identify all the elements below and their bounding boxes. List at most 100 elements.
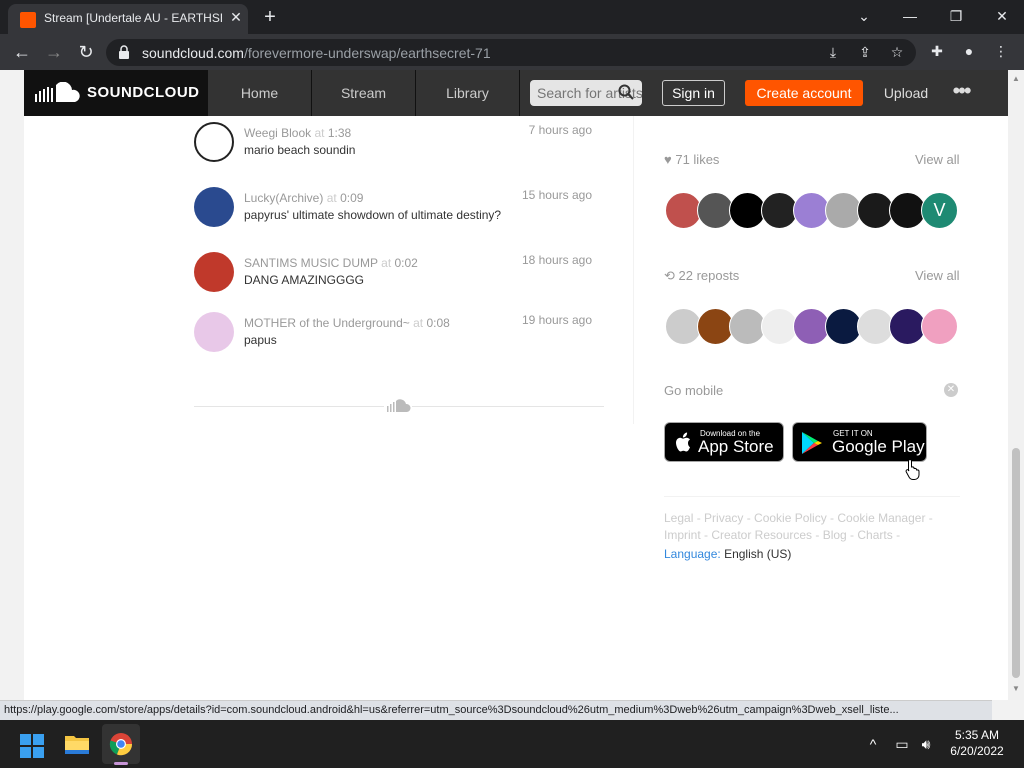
likes-view-all-link[interactable]: View all — [915, 152, 960, 167]
comment-item: Lucky(Archive) at 0:09 papyrus' ultimate… — [194, 187, 614, 243]
reposts-count[interactable]: ⟲ 22 reposts — [664, 268, 739, 284]
scroll-down-arrow-icon[interactable]: ▼ — [1012, 684, 1020, 693]
tab-close-icon[interactable]: ✕ — [228, 9, 244, 25]
google-play-badge[interactable]: GET IT ON Google Play — [792, 422, 927, 462]
browser-tab[interactable]: Stream [Undertale AU - EARTHSECRET ✕ — [8, 4, 248, 34]
go-mobile-heading: Go mobile — [664, 383, 724, 398]
commenter-avatar[interactable] — [194, 122, 234, 162]
reposter-avatar[interactable] — [921, 308, 958, 345]
language-selector[interactable]: Language: English (US) — [664, 547, 791, 561]
app-store-badge[interactable]: Download on the App Store — [664, 422, 784, 462]
chrome-taskbar-button[interactable] — [102, 724, 140, 764]
url-text: soundcloud.com/forevermore-underswap/ear… — [142, 45, 491, 61]
scrollbar-thumb[interactable] — [1012, 448, 1020, 678]
tab-search-icon[interactable]: ⌄ — [850, 4, 878, 28]
likes-count[interactable]: ♥ 71 likes — [664, 152, 719, 167]
forward-arrow-icon[interactable]: → — [42, 40, 66, 64]
close-icon[interactable]: ✕ — [944, 383, 958, 397]
comment-text: papus — [244, 333, 277, 347]
profile-avatar-icon[interactable]: ● — [958, 40, 980, 62]
browser-menu-icon[interactable]: ⋮ — [990, 40, 1012, 62]
comment-text: DANG AMAZINGGGG — [244, 273, 365, 287]
comment-age: 18 hours ago — [521, 253, 592, 267]
commenter-name[interactable]: SANTIMS MUSIC DUMP — [244, 256, 378, 270]
hand-cursor-icon — [905, 458, 920, 480]
footer-links[interactable]: Legal - Privacy - Cookie Policy - Cookie… — [664, 510, 964, 544]
comment-item: Weegi Blook at 1:38 mario beach soundin … — [194, 122, 614, 178]
soundcloud-cloud-icon — [384, 398, 412, 414]
maximize-button[interactable]: ❐ — [942, 4, 970, 28]
comment-age: 15 hours ago — [521, 188, 592, 202]
volume-icon[interactable]: 🔊︎ — [916, 734, 936, 754]
windows-start-icon[interactable] — [20, 734, 44, 758]
heart-icon: ♥ — [664, 152, 672, 167]
extensions-puzzle-icon[interactable]: ✚ — [926, 40, 948, 62]
commenter-name[interactable]: Weegi Blook — [244, 126, 311, 140]
link-status-bar: https://play.google.com/store/apps/detai… — [0, 700, 992, 720]
comment-user-line: MOTHER of the Underground~ at 0:08 — [244, 316, 450, 330]
google-play-big-text: Google Play — [832, 437, 925, 456]
chrome-icon — [109, 733, 133, 756]
comment-age: 19 hours ago — [521, 313, 592, 327]
comment-age: 7 hours ago — [528, 123, 592, 137]
repost-icon: ⟲ — [664, 268, 675, 283]
comment-timestamp[interactable]: 0:09 — [340, 191, 363, 205]
more-options-icon[interactable]: ••• — [946, 80, 976, 106]
tab-title: Stream [Undertale AU - EARTHSECRET — [44, 11, 222, 25]
create-account-button[interactable]: Create account — [745, 80, 863, 106]
back-arrow-icon[interactable]: ← — [10, 40, 34, 64]
app-store-big-text: App Store — [698, 437, 774, 456]
column-divider — [633, 116, 634, 424]
windows-taskbar: ^ ▭ 🔊︎ 5:35 AM 6/20/2022 — [0, 720, 1024, 768]
file-explorer-icon[interactable] — [64, 732, 90, 756]
commenter-avatar[interactable] — [194, 187, 234, 227]
comment-item: SANTIMS MUSIC DUMP at 0:02 DANG AMAZINGG… — [194, 252, 614, 308]
comment-user-line: Weegi Blook at 1:38 — [244, 126, 352, 140]
commenter-name[interactable]: Lucky(Archive) — [244, 191, 323, 205]
soundcloud-logo[interactable]: SOUNDCLOUD — [24, 70, 208, 116]
nav-library[interactable]: Library — [416, 70, 520, 116]
show-hidden-icons-chevron-icon[interactable]: ^ — [864, 734, 882, 754]
commenter-avatar[interactable] — [194, 312, 234, 352]
sign-in-button[interactable]: Sign in — [662, 80, 725, 106]
soundcloud-favicon-icon — [20, 12, 36, 28]
comment-item: MOTHER of the Underground~ at 0:08 papus… — [194, 312, 614, 368]
apple-icon — [676, 432, 690, 452]
comment-timestamp[interactable]: 0:08 — [426, 316, 449, 330]
active-app-indicator — [114, 762, 128, 765]
system-clock[interactable]: 5:35 AM 6/20/2022 — [944, 727, 1010, 759]
reposts-view-all-link[interactable]: View all — [915, 268, 960, 283]
comment-timestamp[interactable]: 0:02 — [395, 256, 418, 270]
liker-avatar[interactable]: V — [921, 192, 958, 229]
google-play-icon — [802, 432, 822, 454]
address-bar[interactable]: soundcloud.com/forevermore-underswap/ear… — [106, 39, 916, 66]
upload-link[interactable]: Upload — [879, 80, 933, 106]
page-scrollbar[interactable]: ▲ ▼ — [1008, 70, 1024, 700]
browser-toolbar: ← → ↻ soundcloud.com/forevermore-undersw… — [0, 34, 1024, 70]
commenter-name[interactable]: MOTHER of the Underground~ — [244, 316, 410, 330]
comment-user-line: SANTIMS MUSIC DUMP at 0:02 — [244, 256, 418, 270]
nav-home[interactable]: Home — [208, 70, 312, 116]
close-window-button[interactable]: ✕ — [988, 4, 1016, 28]
soundcloud-cloud-icon — [35, 82, 80, 102]
browser-tab-strip: Stream [Undertale AU - EARTHSECRET ✕ + ⌄… — [0, 0, 1024, 34]
commenter-avatar[interactable] — [194, 252, 234, 292]
minimize-button[interactable]: — — [896, 4, 924, 28]
search-icon[interactable] — [618, 84, 634, 100]
soundcloud-header: SOUNDCLOUD Home Stream Library Sign in C… — [24, 70, 1008, 116]
share-icon[interactable]: ⇪ — [854, 41, 876, 63]
network-icon[interactable]: ▭ — [892, 734, 912, 754]
footer-divider — [664, 496, 960, 497]
soundcloud-wordmark: SOUNDCLOUD — [87, 84, 200, 101]
new-tab-button[interactable]: + — [258, 6, 282, 28]
nav-stream[interactable]: Stream — [312, 70, 416, 116]
lock-icon — [119, 45, 129, 59]
comment-timestamp[interactable]: 1:38 — [328, 126, 351, 140]
reload-icon[interactable]: ↻ — [74, 40, 98, 64]
comment-text: papyrus' ultimate showdown of ultimate d… — [244, 208, 502, 222]
bookmark-star-icon[interactable]: ☆ — [886, 41, 908, 63]
install-app-icon[interactable]: ⤓ — [822, 41, 844, 63]
track-page: Weegi Blook at 1:38 mario beach soundin … — [24, 116, 1008, 700]
comment-text: mario beach soundin — [244, 143, 356, 157]
scroll-up-arrow-icon[interactable]: ▲ — [1012, 74, 1020, 83]
